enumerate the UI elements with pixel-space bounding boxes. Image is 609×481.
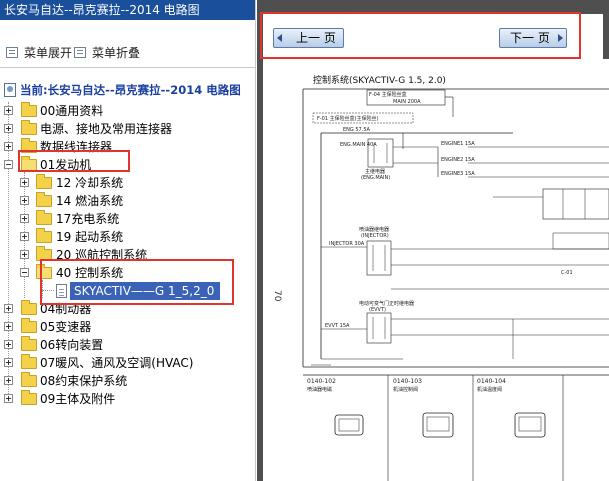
- expand-icon[interactable]: [4, 376, 13, 385]
- collapse-icon[interactable]: [4, 160, 13, 169]
- folder-icon: [21, 336, 37, 351]
- c01-label: C-01: [561, 270, 573, 276]
- engine1-fuse-label: ENGINE1 15A: [441, 141, 475, 147]
- tree-item-cruise[interactable]: 20 巡航控制系统: [20, 246, 240, 264]
- connector-1-id: 0140-102: [307, 378, 336, 385]
- tree-item-data-line[interactable]: 数据线连接器: [4, 138, 244, 156]
- tree-guide-line: [42, 290, 54, 291]
- menu-collapse-icon: [74, 47, 86, 58]
- menu-expand-icon: [6, 47, 18, 58]
- folder-icon: [21, 300, 37, 315]
- expand-icon[interactable]: [4, 106, 13, 115]
- injector-relay-label: 喷油器继电器: [359, 226, 389, 233]
- folder-icon: [36, 228, 52, 243]
- diagram-title: 控制系统(SKYACTIV-G 1.5, 2.0): [313, 74, 446, 86]
- folder-icon: [36, 246, 52, 261]
- evvt-relay-name: (EVVT): [369, 307, 386, 313]
- expand-icon[interactable]: [4, 394, 13, 403]
- folder-icon: [21, 138, 37, 153]
- previous-page-button[interactable]: 上一 页: [273, 28, 344, 48]
- f01-label: F-01 主保险丝盒(主保险丝): [317, 115, 379, 122]
- wiring-diagram-page: 70 控制系统(SKYACTIV-G 1.5, 2.0) F-04 主保险丝盒 …: [263, 59, 609, 481]
- page-navigation-bar: 上一 页 下一 页: [263, 14, 603, 59]
- expand-icon[interactable]: [20, 250, 29, 259]
- expand-icon[interactable]: [20, 214, 29, 223]
- tree-item-hvac[interactable]: 07暖风、通风及空调(HVAC): [4, 354, 244, 372]
- engine3-fuse-label: ENGINE3 15A: [441, 171, 475, 177]
- document-root-icon: [4, 83, 16, 97]
- tree-item-general[interactable]: 00通用资料: [4, 102, 244, 120]
- tree-item-power[interactable]: 电源、接地及常用连接器: [4, 120, 244, 138]
- folder-icon: [36, 174, 52, 189]
- wiring-diagram: 控制系统(SKYACTIV-G 1.5, 2.0) F-04 主保险丝盒 MAI…: [302, 74, 609, 481]
- eng-fuse-label: ENG 57.5A: [343, 127, 370, 133]
- tree-item-charging[interactable]: 17充电系统: [20, 210, 240, 228]
- folder-icon: [36, 192, 52, 207]
- expand-icon[interactable]: [20, 196, 29, 205]
- tree-item-skyactiv[interactable]: SKYACTIV——G 1_5,2_0: [54, 282, 222, 300]
- folder-icon: [21, 354, 37, 369]
- tree-item-restraints[interactable]: 08约束保护系统: [4, 372, 244, 390]
- tree-item-steering[interactable]: 06转向装置: [4, 336, 244, 354]
- main-fuse-label: MAIN 200A: [393, 99, 421, 105]
- expand-icon[interactable]: [4, 142, 13, 151]
- next-page-button[interactable]: 下一 页: [499, 28, 567, 48]
- connector-3-id: 0140-104: [477, 378, 506, 385]
- expand-icon[interactable]: [4, 322, 13, 331]
- connector-1-name: 喷油器电磁: [307, 386, 332, 393]
- expand-icon[interactable]: [4, 358, 13, 367]
- tree-item-body[interactable]: 09主体及附件: [4, 390, 244, 408]
- document-viewer: 上一 页 下一 页 70 控制系统(SKYACTIV-G 1.5, 2.0) F…: [257, 0, 609, 481]
- expand-icon[interactable]: [20, 178, 29, 187]
- tree-toolbar: 菜单展开 菜单折叠: [0, 20, 255, 68]
- expand-icon[interactable]: [4, 124, 13, 133]
- arrow-right-icon: [558, 34, 563, 42]
- tree-guide-line: [42, 280, 43, 298]
- tree-item-fuel[interactable]: 14 燃油系统: [20, 192, 240, 210]
- folder-icon: [21, 390, 37, 405]
- folder-open-icon: [36, 264, 52, 279]
- document-icon: [56, 284, 67, 298]
- fuse-box-label: F-04 主保险丝盒: [369, 91, 407, 98]
- evvt-fuse-label: EVVT 15A: [325, 323, 350, 329]
- folder-icon: [21, 372, 37, 387]
- connector-2-name: 机油控制阀: [393, 386, 418, 393]
- tree-item-engine[interactable]: 01发动机: [4, 156, 244, 174]
- connector-2-id: 0140-103: [393, 378, 422, 385]
- expand-icon[interactable]: [4, 340, 13, 349]
- folder-icon: [21, 318, 37, 333]
- arrow-left-icon: [277, 34, 282, 42]
- injector-relay-name: (INJECTOR): [361, 233, 389, 239]
- tree-item-starting[interactable]: 19 起动系统: [20, 228, 240, 246]
- expand-icon[interactable]: [4, 304, 13, 313]
- folder-icon: [21, 102, 37, 117]
- injector-fuse-label: INJECTOR 30A: [329, 241, 365, 247]
- navigation-panel: 长安马自达--昂克赛拉--2014 电路图 菜单展开 菜单折叠 当前:长安马自达…: [0, 0, 256, 481]
- collapse-icon[interactable]: [20, 268, 29, 277]
- folder-icon: [36, 210, 52, 225]
- evvt-relay-label: 电动可变气门正时继电器: [359, 300, 414, 307]
- directory-tree: 当前:长安马自达--昂克赛拉--2014 电路图 00通用资料 电源、接地及常用…: [0, 68, 255, 481]
- engmain-fuse-label: ENG.MAIN 40A: [340, 142, 377, 148]
- expand-icon[interactable]: [20, 232, 29, 241]
- folder-icon: [21, 120, 37, 135]
- panel-title: 长安马自达--昂克赛拉--2014 电路图: [0, 0, 255, 20]
- tree-item-transmission[interactable]: 05变速器: [4, 318, 244, 336]
- tree-item-control[interactable]: 40 控制系统: [20, 264, 240, 282]
- tree-item-brakes[interactable]: 04制动器: [4, 300, 244, 318]
- main-relay-name: (ENG.MAIN): [361, 175, 390, 181]
- tree-item-cooling[interactable]: 12 冷却系统: [20, 174, 240, 192]
- connector-3-name: 机油温度阀: [477, 386, 502, 393]
- main-relay-label: 主继电器: [365, 168, 385, 175]
- engine2-fuse-label: ENGINE2 15A: [441, 157, 475, 163]
- folder-open-icon: [21, 156, 37, 171]
